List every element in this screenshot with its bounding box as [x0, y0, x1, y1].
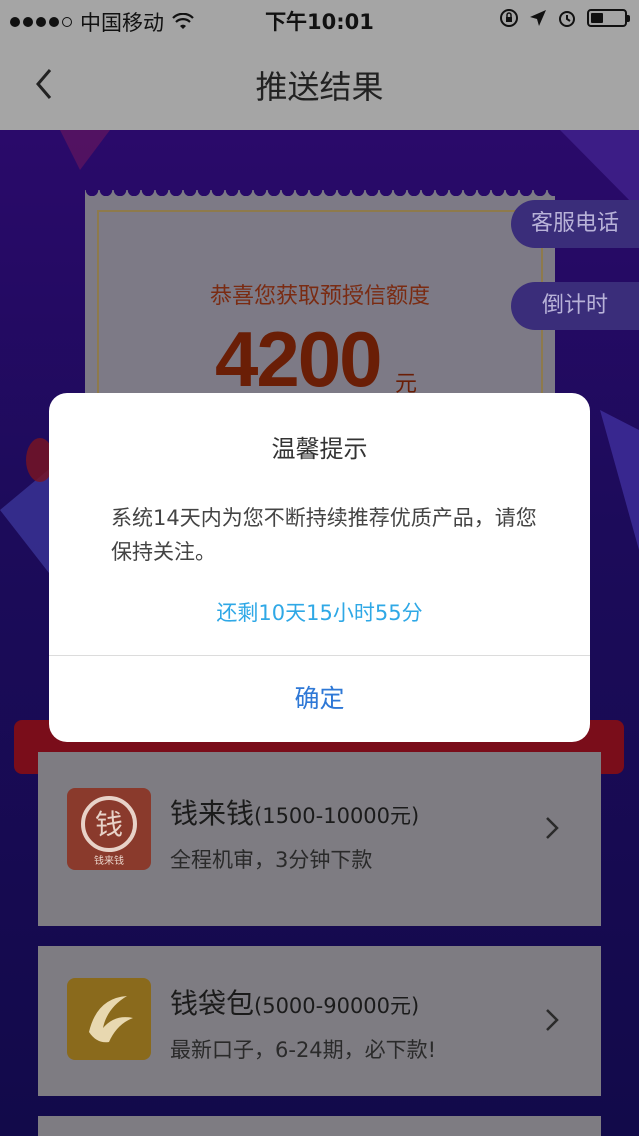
- product-desc: 最新口子，6-24期，必下款!: [170, 1038, 437, 1062]
- certificate-headline: 恭喜您获取预授信额度: [209, 284, 430, 309]
- countdown-button[interactable]: 倒计时: [511, 282, 639, 330]
- product-card-partial[interactable]: [38, 1116, 601, 1136]
- page-title: 推送结果: [255, 68, 384, 106]
- nav-bar: 推送结果: [0, 40, 639, 130]
- location-icon: [530, 10, 546, 26]
- notice-dialog: 温馨提示 系统14天内为您不断持续推荐优质产品，请您保持关注。 还剩10天15小…: [49, 393, 590, 742]
- product-name: 钱袋包(5000-90000元): [170, 987, 420, 1020]
- status-bar: 中国移动 下午10:01: [0, 0, 639, 40]
- dialog-title: 温馨提示: [271, 435, 368, 463]
- logo-glyph: 钱: [95, 808, 123, 841]
- credit-amount: 4200: [215, 315, 383, 403]
- customer-service-button[interactable]: 客服电话: [511, 200, 639, 248]
- qiandaibao-logo-icon: [67, 978, 151, 1060]
- product-range: (1500-10000元): [254, 804, 420, 828]
- product-card-qianlaiqian[interactable]: 钱 钱来钱 钱来钱(1500-10000元) 全程机审，3分钟下款: [38, 752, 601, 926]
- product-desc: 全程机审，3分钟下款: [170, 848, 373, 872]
- confirm-button[interactable]: 确定: [49, 656, 590, 742]
- battery-icon: [587, 9, 630, 27]
- dialog-countdown: 还剩10天15小时55分: [216, 601, 423, 625]
- product-range: (5000-90000元): [254, 994, 420, 1018]
- product-name: 钱来钱(1500-10000元): [170, 797, 420, 830]
- chevron-right-icon: [546, 1009, 559, 1031]
- dialog-message: 系统14天内为您不断持续推荐优质产品，请您保持关注。: [111, 506, 537, 564]
- logo-caption: 钱来钱: [94, 854, 124, 867]
- qianlaiqian-logo-icon: 钱 钱来钱: [67, 788, 151, 870]
- product-card-qiandaibao[interactable]: 钱袋包(5000-90000元) 最新口子，6-24期，必下款!: [38, 946, 601, 1096]
- chevron-right-icon: [546, 817, 559, 839]
- orientation-lock-icon: [500, 9, 518, 27]
- alarm-icon: [559, 11, 575, 27]
